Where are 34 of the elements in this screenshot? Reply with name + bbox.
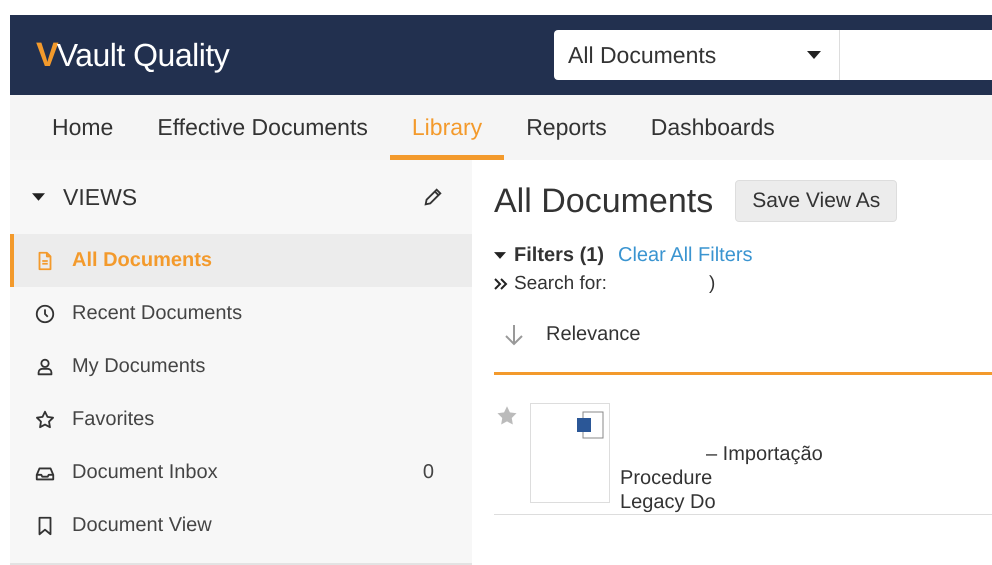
scope-dropdown[interactable]: All Documents (554, 30, 840, 80)
sidebar-item[interactable]: Document Inbox 0 (10, 446, 472, 499)
document-title[interactable]: – Importação (706, 443, 823, 466)
sidebar-item[interactable]: My Documents (10, 340, 472, 393)
pencil-icon[interactable] (422, 186, 444, 208)
sidebar-item[interactable]: Favorites (10, 393, 472, 446)
document-thumbnail[interactable] (530, 403, 610, 503)
caret-icon (494, 252, 506, 259)
save-view-button[interactable]: Save View As (735, 180, 898, 222)
caret-icon (807, 51, 821, 59)
page-title: All Documents (494, 182, 714, 220)
logo-mark: V (36, 36, 57, 74)
logo-text: Vault Quality (56, 36, 230, 74)
sidebar-item[interactable]: Document View (10, 499, 472, 552)
views-heading: VIEWS (63, 184, 138, 210)
clock-icon (34, 302, 56, 324)
double-chevron-icon (494, 278, 508, 290)
nav-tab[interactable]: Dashboards (628, 95, 797, 160)
word-file-icon (575, 410, 605, 440)
sidebar-item[interactable]: Recent Documents (10, 287, 472, 340)
search-label: Search for: (514, 273, 607, 295)
nav-tab[interactable]: Home (30, 95, 136, 160)
search-field[interactable] (840, 30, 992, 80)
document-detail: Procedure (620, 466, 714, 490)
document-detail: Legacy Do (620, 490, 717, 514)
down-arrow-icon[interactable] (504, 324, 524, 346)
star-icon (34, 408, 56, 430)
nav-tab[interactable]: Reports (504, 95, 629, 160)
nav-tab[interactable]: Effective Documents (135, 95, 390, 160)
caret-icon[interactable] (32, 193, 45, 201)
count-label: 0 (422, 461, 434, 484)
search-term: ) (708, 273, 716, 295)
filters-toggle[interactable]: Filters (1) (494, 244, 604, 267)
sort-label[interactable]: Relevance (546, 323, 641, 346)
